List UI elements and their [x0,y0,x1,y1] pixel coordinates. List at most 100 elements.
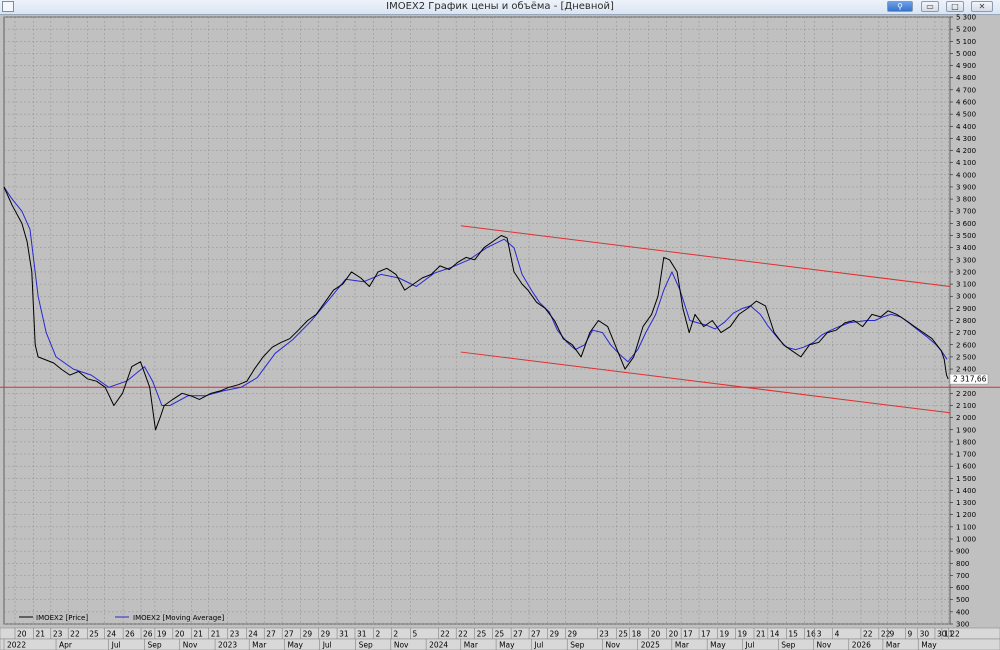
x-day-label: 25 [495,630,505,639]
maximize-button[interactable]: □ [946,1,964,12]
y-tick-label: 5 100 [956,38,976,46]
x-day-label: 21 [193,630,203,639]
y-tick-label: 4 400 [956,123,976,131]
y-tick-label: 1 800 [956,438,976,446]
y-tick-label: 4 000 [956,171,976,179]
x-month-label: May [710,641,726,650]
y-axis: 300 400 500 600 700 800 900 1 000 1 100 1 200 1 30… [950,14,976,629]
x-month-label: 2026 [852,641,871,650]
y-tick-label: 3 000 [956,293,976,301]
close-button[interactable]: ✕ [971,1,993,12]
x-day-label: 9 [890,630,895,639]
x-month-label: 2024 [429,641,448,650]
minimize-button[interactable]: ▭ [921,1,939,12]
x-day-label: 22 [863,630,873,639]
x-axis: 20 21 23 22 25 24 26 26 19 20 21 21 23 24 27 27 29 29 31 31… [0,627,1000,650]
x-day-label: 23 [599,630,609,639]
y-tick-label: 3 300 [956,256,976,264]
y-tick-label: 4 200 [956,147,976,155]
y-tick-label: 1 600 [956,463,976,471]
x-day-label: 20 [651,630,661,639]
y-tick-label: 2 200 [956,390,976,398]
x-month-label: May [921,641,937,650]
x-day-label: 25 [477,630,487,639]
x-day-label: 19 [720,630,730,639]
x-day-label: 26 [143,630,153,639]
minimize-icon: ▭ [926,2,934,11]
window-title: IMOEX2 График цены и объёма - [Дневной] [386,1,614,12]
y-tick-label: 3 700 [956,208,976,216]
y-tick-label: 4 900 [956,62,976,70]
y-tick-label: 4 800 [956,74,976,82]
x-day-label: 18 [632,630,642,639]
x-day-label: 19 [157,630,167,639]
y-tick-label: 5 000 [956,50,976,58]
y-tick-label: 5 300 [956,14,976,22]
x-month-label: May [287,641,303,650]
y-tick-label: 1 700 [956,451,976,459]
x-day-label: 23 [53,630,63,639]
x-month-label: Mar [464,641,479,650]
close-icon: ✕ [978,2,986,11]
x-day-label: 9 [907,630,912,639]
x-month-label: Jul [111,641,121,650]
x-day-label: 25 [89,630,99,639]
x-day-label: 29 [550,630,560,639]
x-day-label: 2 [375,630,380,639]
x-month-label: 2022 [7,641,26,650]
x-day-label: 4 [835,630,840,639]
x-month-label: Mar [675,641,690,650]
y-tick-label: 3 600 [956,220,976,228]
maximize-icon: □ [951,2,959,11]
x-month-label: Sep [570,641,584,650]
x-day-label: 20 [669,630,679,639]
pin-button[interactable]: ⚲ [887,1,913,12]
x-month-label: May [499,641,515,650]
x-month-label: Nov [183,641,198,650]
x-day-label: 21 [211,630,221,639]
y-tick-label: 4 500 [956,111,976,119]
x-day-label: 19 [737,630,747,639]
y-tick-label: 900 [956,548,969,556]
x-day-label: 31 [357,630,367,639]
y-tick-label: 1 500 [956,475,976,483]
y-tick-label: 1 900 [956,426,976,434]
x-day-label: 15 [788,630,798,639]
x-month-label: Mar [886,641,901,650]
x-day-label: 29 [567,630,577,639]
y-tick-label: 2 400 [956,366,976,374]
y-tick-label: 2 700 [956,329,976,337]
y-tick-label: 3 100 [956,281,976,289]
x-day-label: 22 [440,630,450,639]
x-day-label: 22 [950,630,960,639]
y-tick-label: 3 400 [956,244,976,252]
y-tick-label: 4 100 [956,159,976,167]
x-day-label: 21 [35,630,45,639]
y-tick-label: 1 100 [956,523,976,531]
x-month-label: 2023 [218,641,237,650]
price-chart[interactable]: 300 400 500 600 700 800 900 1 000 1 100 1 200 1 30… [0,14,1000,650]
x-day-label: 23 [230,630,240,639]
x-day-label: 30 [920,630,930,639]
y-tick-label: 1 400 [956,487,976,495]
x-month-label: Apr [59,641,73,650]
y-tick-label: 600 [956,584,969,592]
y-tick-label: 4 700 [956,86,976,94]
y-tick-label: 3 800 [956,196,976,204]
x-day-label: 2 [393,630,398,639]
x-day-label: 22 [458,630,468,639]
x-day-label: 27 [284,630,294,639]
x-month-label: Nov [605,641,620,650]
y-tick-label: 2 600 [956,341,976,349]
y-tick-label: 700 [956,572,969,580]
last-price-label: 2 317,66 [953,375,987,384]
x-month-label: Jul [744,641,754,650]
last-price-marker: 2 317,66 [949,373,989,385]
chart-window: IMOEX2 График цены и объёма - [Дневной] … [0,0,1000,650]
y-tick-label: 800 [956,560,969,568]
x-day-label: 27 [531,630,541,639]
y-tick-label: 2 100 [956,402,976,410]
x-day-label: 5 [413,630,418,639]
y-tick-label: 2 500 [956,353,976,361]
y-tick-label: 5 200 [956,26,976,34]
